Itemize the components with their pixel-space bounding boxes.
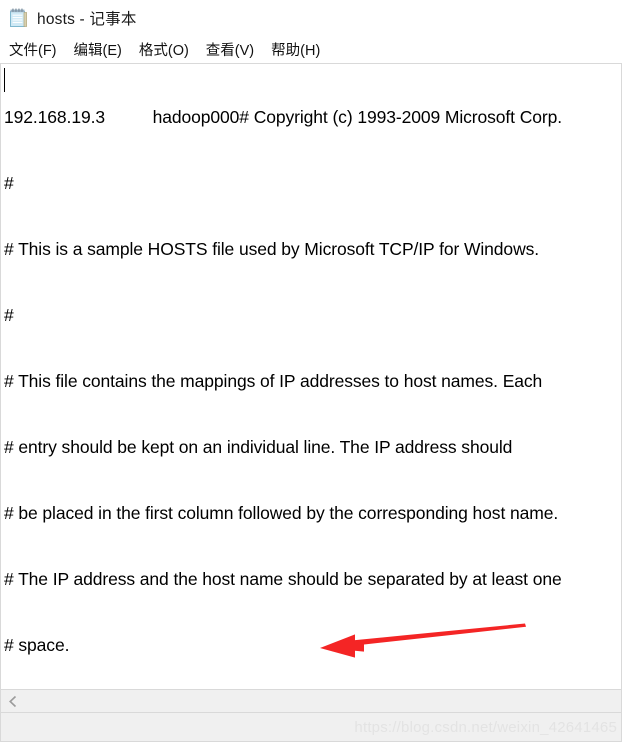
text-line: # (4, 173, 14, 193)
horizontal-scrollbar[interactable] (0, 689, 622, 713)
document-text[interactable]: 192.168.19.3 hadoop000# Copyright (c) 19… (1, 64, 621, 689)
text-caret (4, 68, 5, 92)
text-line: # This file contains the mappings of IP … (4, 371, 543, 391)
notepad-icon (8, 7, 30, 29)
scrollbar-track[interactable] (25, 690, 621, 712)
text-line: # space. (4, 635, 70, 655)
text-line: 192.168.19.3 hadoop000# Copyright (c) 19… (4, 107, 563, 127)
menu-edit[interactable]: 编辑(E) (74, 39, 122, 60)
chevron-left-icon[interactable] (1, 690, 25, 712)
watermark-text: https://blog.csdn.net/weixin_42641465 (354, 718, 617, 736)
text-editor-area[interactable]: 192.168.19.3 hadoop000# Copyright (c) 19… (0, 63, 622, 689)
menu-file[interactable]: 文件(F) (9, 39, 57, 60)
text-line: # The IP address and the host name shoul… (4, 569, 562, 589)
menu-help[interactable]: 帮助(H) (271, 39, 320, 60)
text-line: # This is a sample HOSTS file used by Mi… (4, 239, 540, 259)
status-strip: https://blog.csdn.net/weixin_42641465 (0, 713, 622, 742)
title-bar: hosts - 记事本 (0, 0, 622, 36)
window-title: hosts - 记事本 (37, 11, 137, 28)
menu-view[interactable]: 查看(V) (206, 39, 254, 60)
notepad-window: hosts - 记事本 文件(F) 编辑(E) 格式(O) 查看(V) 帮助(H… (0, 0, 622, 742)
menu-format[interactable]: 格式(O) (139, 39, 189, 60)
text-line: # be placed in the first column followed… (4, 503, 559, 523)
text-line: # entry should be kept on an individual … (4, 437, 513, 457)
menu-bar: 文件(F) 编辑(E) 格式(O) 查看(V) 帮助(H) (0, 36, 622, 63)
text-line: # (4, 305, 14, 325)
